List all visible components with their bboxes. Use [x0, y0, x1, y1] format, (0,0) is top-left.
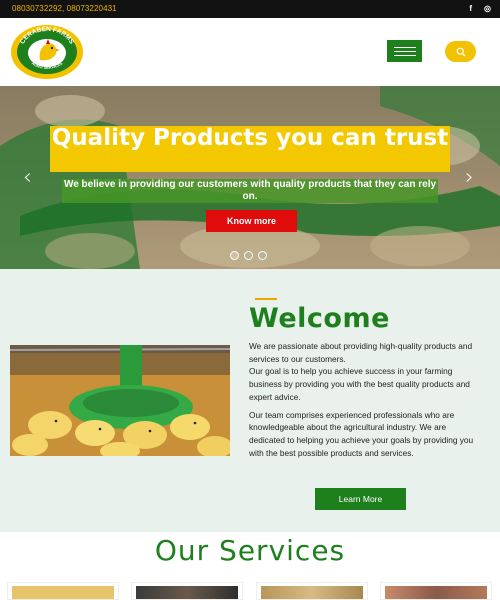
- service-image: [261, 586, 363, 599]
- social-links: f ◎: [469, 3, 491, 15]
- top-bar: 08030732292, 08073220431 f ◎: [0, 0, 500, 18]
- chicks-feeder-image: [10, 345, 230, 456]
- welcome-paragraph: Our goal is to help you achieve success …: [249, 366, 470, 402]
- hero-subtitle: We believe in providing our customers wi…: [62, 179, 438, 203]
- slider-next-arrow-icon[interactable]: ›: [465, 167, 474, 189]
- welcome-section: Welcome We are passionate about providin…: [0, 269, 500, 532]
- menu-toggle-button[interactable]: [387, 40, 422, 62]
- welcome-image-graphic: [10, 345, 230, 456]
- site-header: CERABEN FARMS AGRO SERVICES: [0, 18, 500, 86]
- service-image: [385, 586, 487, 599]
- service-card[interactable]: [256, 582, 368, 600]
- slider-dot[interactable]: [230, 251, 239, 260]
- welcome-paragraph: Our team comprises experienced professio…: [249, 409, 474, 458]
- hamburger-line: [393, 46, 416, 48]
- ceraben-logo[interactable]: CERABEN FARMS AGRO SERVICES: [10, 24, 84, 80]
- services-title: Our Services: [154, 534, 346, 567]
- slider-dot[interactable]: [258, 251, 267, 260]
- search-button[interactable]: [445, 41, 476, 62]
- search-icon: [456, 47, 465, 56]
- slider-indicators: [230, 251, 267, 260]
- slider-dot[interactable]: [244, 251, 253, 260]
- title-accent-line: [255, 298, 277, 300]
- hamburger-line: [393, 54, 416, 56]
- know-more-button[interactable]: Know more: [206, 210, 297, 232]
- welcome-description: We are passionate about providing high-q…: [249, 340, 477, 459]
- service-image: [136, 586, 238, 599]
- instagram-icon[interactable]: ◎: [484, 3, 491, 15]
- service-image: [12, 586, 114, 599]
- learn-more-button[interactable]: Learn More: [315, 488, 406, 510]
- hero-background-image: [0, 86, 500, 269]
- service-card[interactable]: [380, 582, 492, 600]
- hero-title: Quality Products you can trust: [50, 126, 450, 172]
- facebook-icon[interactable]: f: [469, 3, 472, 15]
- hamburger-line: [393, 50, 416, 52]
- contact-phones[interactable]: 08030732292, 08073220431: [12, 4, 117, 13]
- hero-slider: Quality Products you can trust We believ…: [0, 86, 500, 269]
- welcome-paragraph: We are passionate about providing high-q…: [249, 341, 473, 364]
- service-card[interactable]: [7, 582, 119, 600]
- slider-prev-arrow-icon[interactable]: ‹: [23, 167, 32, 189]
- welcome-title: Welcome: [249, 303, 390, 334]
- service-card[interactable]: [131, 582, 243, 600]
